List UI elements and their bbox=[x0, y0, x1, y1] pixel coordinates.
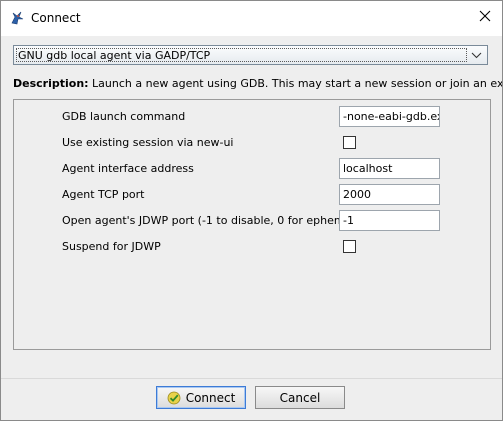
tcp-port-input[interactable]: 2000 bbox=[339, 184, 440, 205]
interface-address-label: Agent interface address bbox=[62, 162, 194, 175]
agent-type-selected: GNU gdb local agent via GADP/TCP bbox=[18, 49, 211, 62]
jdwp-port-input[interactable]: -1 bbox=[339, 210, 440, 231]
close-icon bbox=[479, 10, 491, 25]
connect-dialog: Connect GNU gdb local agent via GADP/TCP… bbox=[0, 0, 503, 421]
interface-address-input[interactable]: localhost bbox=[339, 158, 440, 179]
window-title: Connect bbox=[31, 11, 81, 25]
button-bar: Connect Cancel bbox=[1, 378, 502, 420]
suspend-jdwp-label: Suspend for JDWP bbox=[62, 240, 161, 253]
options-panel: GDB launch command -none-eabi-gdb.exe Us… bbox=[13, 99, 491, 350]
title-bar: Connect bbox=[1, 1, 502, 36]
jdwp-port-label: Open agent's JDWP port (-1 to disable, 0… bbox=[62, 214, 370, 227]
gdb-launch-label: GDB launch command bbox=[62, 110, 186, 123]
agent-type-dropdown[interactable]: GNU gdb local agent via GADP/TCP bbox=[13, 45, 488, 65]
suspend-jdwp-checkbox[interactable] bbox=[343, 240, 356, 253]
description-text: Launch a new agent using GDB. This may s… bbox=[92, 77, 503, 90]
existing-session-label: Use existing session via new-ui bbox=[62, 136, 234, 149]
gdb-launch-input[interactable]: -none-eabi-gdb.exe bbox=[339, 106, 440, 127]
dragon-icon bbox=[9, 10, 25, 26]
agent-description: Description: Launch a new agent using GD… bbox=[13, 77, 503, 90]
description-label: Description: bbox=[13, 77, 89, 90]
check-icon bbox=[167, 391, 181, 405]
connect-button[interactable]: Connect bbox=[156, 386, 246, 409]
existing-session-checkbox[interactable] bbox=[343, 136, 356, 149]
cancel-button-label: Cancel bbox=[279, 390, 321, 405]
dialog-content: GNU gdb local agent via GADP/TCP Descrip… bbox=[1, 36, 502, 378]
chevron-down-icon bbox=[470, 48, 483, 62]
cancel-button[interactable]: Cancel bbox=[255, 386, 345, 409]
connect-button-label: Connect bbox=[185, 390, 236, 405]
close-button[interactable] bbox=[468, 1, 502, 33]
tcp-port-label: Agent TCP port bbox=[62, 188, 145, 201]
